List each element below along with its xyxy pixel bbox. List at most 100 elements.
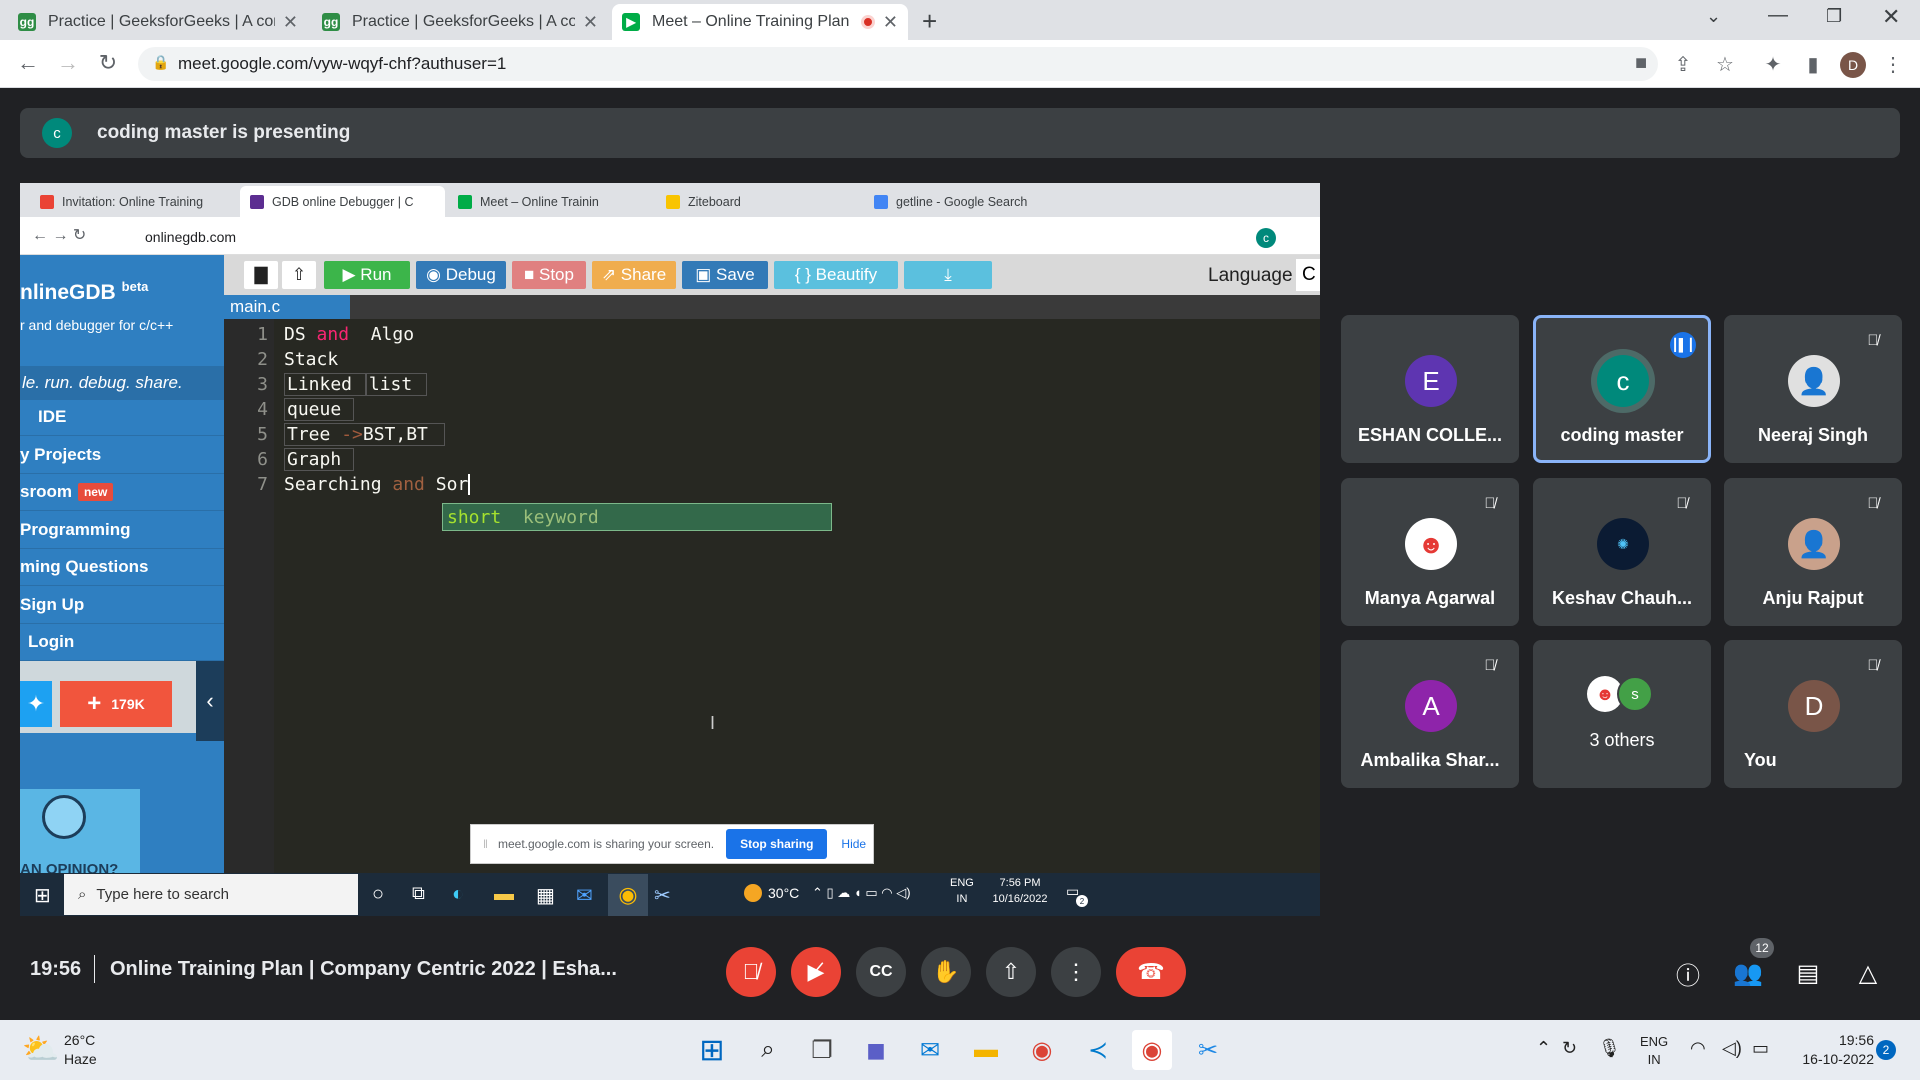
language-indicator[interactable]: ENG IN xyxy=(1640,1034,1668,1067)
plus-icon: + xyxy=(87,690,102,717)
gdb-menu-signup: Sign Up xyxy=(20,587,224,624)
presenting-text: coding master is presenting xyxy=(97,122,351,143)
clock-date: 16-10-2022 xyxy=(1802,1051,1874,1067)
tab-label: Meet – Online Trainin xyxy=(480,194,599,209)
leave-call-button[interactable]: ☎ xyxy=(1116,947,1186,997)
browser-tab-meet[interactable]: ▶ Meet – Online Training Plan | ✕ xyxy=(612,4,908,40)
autocomplete-word: short xyxy=(447,506,502,528)
participant-tile[interactable]: ✺ 🎙̸ Keshav Chauh... xyxy=(1533,478,1711,626)
participant-tile-self[interactable]: D 🎙̸ You xyxy=(1724,640,1902,788)
close-icon[interactable]: ✕ xyxy=(283,12,298,33)
wifi-icon[interactable]: ◠ xyxy=(1690,1038,1706,1059)
meeting-info-icon[interactable]: ⓘ xyxy=(1668,953,1708,993)
stop-button: ■ Stop xyxy=(512,261,586,289)
minimize-icon[interactable]: — xyxy=(1768,4,1788,27)
extensions-icon[interactable]: ✦ xyxy=(1760,52,1786,77)
line-number: 1 xyxy=(257,324,268,345)
search-icon: ⌕ xyxy=(78,886,87,903)
tab-label: Practice | GeeksforGeeks | A com xyxy=(352,13,575,30)
sidepanel-icon[interactable]: ▮ xyxy=(1800,52,1826,77)
tab-search-icon[interactable]: ⌄ xyxy=(1706,6,1721,27)
gdb-menu-programming: Programming xyxy=(20,512,224,549)
chat-icon[interactable]: ▤ xyxy=(1788,953,1828,993)
activities-icon[interactable]: △ xyxy=(1848,953,1888,993)
bookmark-star-icon[interactable]: ☆ xyxy=(1712,52,1738,77)
file-explorer-icon: ▬ xyxy=(494,883,514,905)
raise-hand-button[interactable]: ✋ xyxy=(921,947,971,997)
mic-off-icon: 🎙̸ xyxy=(1484,494,1496,512)
debug-label: Debug xyxy=(445,265,496,284)
mic-toggle-button[interactable]: 🎙̸ xyxy=(726,947,776,997)
close-window-icon[interactable]: ✕ xyxy=(1882,4,1900,30)
browser-tab-gfg-2[interactable]: gg Practice | GeeksforGeeks | A com ✕ xyxy=(312,4,608,40)
search-icon[interactable]: ⌕ xyxy=(748,1030,788,1070)
menu-dots-icon[interactable]: ⋮ xyxy=(1880,52,1906,77)
mic-off-icon: 🎙̸ xyxy=(1867,331,1879,349)
tab-label: Practice | GeeksforGeeks | A com xyxy=(48,13,275,30)
chrome-profile-icon[interactable]: ◉ xyxy=(1132,1030,1172,1070)
participant-photo: ☻ xyxy=(1405,518,1457,570)
snipping-icon[interactable]: ✂ xyxy=(1188,1030,1228,1070)
menu-label: Sign Up xyxy=(20,595,85,614)
lightbulb-icon xyxy=(42,795,86,839)
line-number: 6 xyxy=(257,449,268,470)
participant-tile-speaking[interactable]: c ┃▌┃ coding master xyxy=(1533,315,1711,463)
mail-icon[interactable]: ✉ xyxy=(910,1030,950,1070)
close-icon[interactable]: ✕ xyxy=(583,12,598,33)
code-text: Algo xyxy=(349,324,415,345)
present-button[interactable]: ⇧ xyxy=(986,947,1036,997)
forward-icon[interactable]: → xyxy=(54,50,82,76)
camera-toggle-button[interactable]: ▶̸ xyxy=(791,947,841,997)
gdb-slogan: le. run. debug. share. xyxy=(20,366,224,400)
participant-tile[interactable]: A 🎙̸ Ambalika Shar... xyxy=(1341,640,1519,788)
battery-icon[interactable]: ▭ xyxy=(1752,1038,1769,1059)
weather-sun-icon xyxy=(744,884,762,902)
teams-chat-icon[interactable]: ◼ xyxy=(856,1030,896,1070)
camera-off-icon: ▶̸ xyxy=(807,959,825,984)
gfg-icon: gg xyxy=(322,13,340,31)
stop-label: Stop xyxy=(539,265,574,284)
participant-tile[interactable]: 👤 🎙̸ Neeraj Singh xyxy=(1724,315,1902,463)
vscode-icon[interactable]: ≺ xyxy=(1078,1030,1118,1070)
back-icon[interactable]: ← xyxy=(14,50,42,76)
people-icon[interactable]: 👥 xyxy=(1728,953,1768,993)
profile-avatar[interactable]: D xyxy=(1840,52,1866,78)
microphone-icon[interactable]: 🎙 xyxy=(1598,1038,1621,1059)
tab-label: getline - Google Search xyxy=(896,194,1028,209)
browser-tab-gfg-1[interactable]: gg Practice | GeeksforGeeks | A com ✕ xyxy=(8,4,308,40)
line-number: 7 xyxy=(257,474,268,495)
volume-icon[interactable]: ◁) xyxy=(1722,1038,1742,1059)
participant-tile[interactable]: 👤 🎙̸ Anju Rajput xyxy=(1724,478,1902,626)
tab-label: Ziteboard xyxy=(688,194,741,209)
participant-avatar: c xyxy=(1597,355,1649,407)
more-options-button[interactable]: ⋮ xyxy=(1051,947,1101,997)
start-icon[interactable]: ⊞ xyxy=(692,1030,732,1070)
notification-badge[interactable]: 2 xyxy=(1876,1040,1896,1060)
clock[interactable]: 19:56 16-10-2022 xyxy=(1794,1032,1874,1067)
language-label: Language xyxy=(1208,265,1293,286)
chrome-icon[interactable]: ◉ xyxy=(1022,1030,1062,1070)
code-text: DS xyxy=(284,324,317,345)
close-icon[interactable]: ✕ xyxy=(883,12,898,33)
participant-tile[interactable]: E ESHAN COLLE... xyxy=(1341,315,1519,463)
task-view-icon[interactable]: ❐ xyxy=(802,1030,842,1070)
weather-widget[interactable]: 26°C Haze xyxy=(64,1032,97,1067)
drag-handle-icon: ‖ xyxy=(483,837,488,851)
camera-icon[interactable]: ■ xyxy=(1628,52,1654,75)
tray-chevron-icon[interactable]: ⌃ xyxy=(1536,1038,1551,1059)
code-text: Linked xyxy=(284,373,366,396)
participant-tile-others[interactable]: ☻ s 3 others xyxy=(1533,640,1711,788)
reload-icon[interactable]: ↻ xyxy=(94,50,122,76)
captions-button[interactable]: CC xyxy=(856,947,906,997)
new-tab-icon[interactable]: + xyxy=(922,6,937,37)
restore-icon[interactable]: ❐ xyxy=(1826,6,1842,27)
file-explorer-icon[interactable]: ▬ xyxy=(966,1030,1006,1070)
url-field[interactable]: 🔒 meet.google.com/vyw-wqyf-chf?authuser=… xyxy=(138,47,1658,81)
weather-icon[interactable]: ⛅ xyxy=(22,1032,59,1067)
text-cursor xyxy=(468,474,471,495)
sync-icon[interactable]: ↻ xyxy=(1562,1038,1577,1059)
menu-label: IDE xyxy=(38,407,67,426)
participant-tile[interactable]: ☻ 🎙̸ Manya Agarwal xyxy=(1341,478,1519,626)
shared-clock: 7:56 PM 10/16/2022 xyxy=(984,877,1056,905)
share-icon[interactable]: ⇪ xyxy=(1670,52,1696,77)
